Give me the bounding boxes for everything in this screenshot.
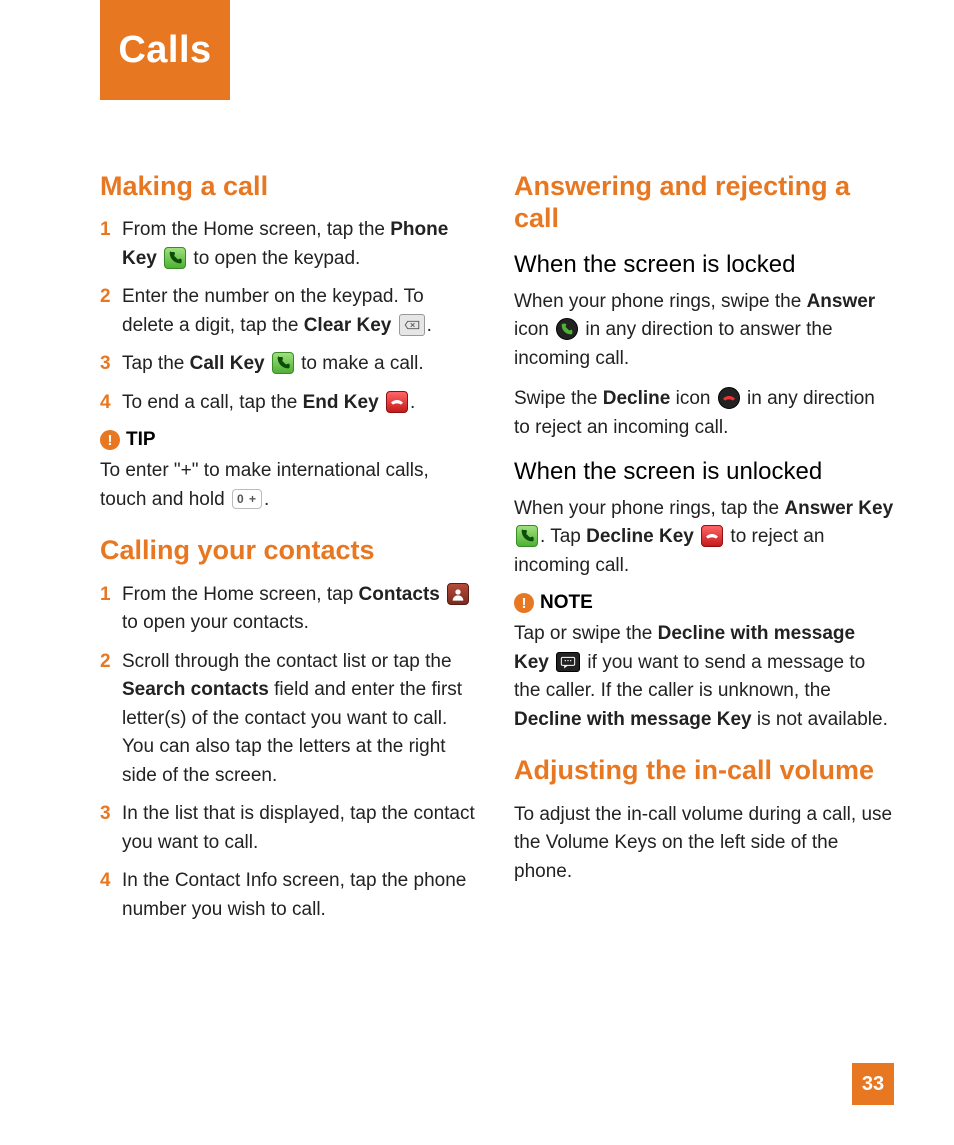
chapter-title: Calls	[118, 29, 211, 72]
list-item: 1 From the Home screen, tap the Phone Ke…	[100, 216, 480, 273]
step-number: 3	[100, 350, 114, 379]
list-item: 4 In the Contact Info screen, tap the ph…	[100, 867, 480, 924]
tip-label: TIP	[126, 429, 156, 451]
step-number: 3	[100, 800, 114, 857]
step-body: In the Contact Info screen, tap the phon…	[122, 867, 480, 924]
step-number: 4	[100, 389, 114, 418]
decline-swipe-icon	[718, 387, 740, 409]
step-number: 1	[100, 216, 114, 273]
content-columns: Making a call 1 From the Home screen, ta…	[100, 170, 894, 936]
zero-plus-key-icon: 0 +	[232, 489, 262, 509]
note-header: ! NOTE	[514, 592, 894, 614]
paragraph: When your phone rings, swipe the Answer …	[514, 288, 894, 374]
manual-page: Calls Making a call 1 From the Home scre…	[0, 0, 954, 1145]
paragraph: To adjust the in-call volume during a ca…	[514, 801, 894, 887]
decline-key-icon	[701, 525, 723, 547]
step-number: 2	[100, 283, 114, 340]
paragraph: Swipe the Decline icon in any direction …	[514, 385, 894, 442]
step-number: 4	[100, 867, 114, 924]
left-column: Making a call 1 From the Home screen, ta…	[100, 170, 480, 936]
list-item: 2 Enter the number on the keypad. To del…	[100, 283, 480, 340]
alert-icon: !	[100, 430, 120, 450]
subsection-locked: When the screen is locked	[514, 251, 894, 280]
subsection-unlocked: When the screen is unlocked	[514, 458, 894, 487]
note-label: NOTE	[540, 592, 593, 614]
list-item: 3 Tap the Call Key to make a call.	[100, 350, 480, 379]
alert-icon: !	[514, 593, 534, 613]
list-item: 4 To end a call, tap the End Key .	[100, 389, 480, 418]
section-heading-volume: Adjusting the in-call volume	[514, 754, 894, 786]
calling-contacts-steps: 1 From the Home screen, tap Contacts to …	[100, 581, 480, 925]
decline-message-icon	[556, 652, 580, 672]
section-heading-making-call: Making a call	[100, 170, 480, 202]
chapter-title-block: Calls	[100, 0, 230, 100]
answer-swipe-icon	[556, 318, 578, 340]
phone-key-icon	[164, 247, 186, 269]
step-body: To end a call, tap the End Key .	[122, 389, 480, 418]
tip-text: To enter "+" to make international calls…	[100, 457, 480, 514]
making-call-steps: 1 From the Home screen, tap the Phone Ke…	[100, 216, 480, 417]
answer-key-icon	[516, 525, 538, 547]
tip-header: ! TIP	[100, 429, 480, 451]
list-item: 3 In the list that is displayed, tap the…	[100, 800, 480, 857]
right-column: Answering and rejecting a call When the …	[514, 170, 894, 936]
paragraph: When your phone rings, tap the Answer Ke…	[514, 495, 894, 581]
step-number: 2	[100, 648, 114, 791]
step-body: In the list that is displayed, tap the c…	[122, 800, 480, 857]
step-body: Scroll through the contact list or tap t…	[122, 648, 480, 791]
clear-key-icon	[399, 314, 425, 336]
list-item: 1 From the Home screen, tap Contacts to …	[100, 581, 480, 638]
end-key-icon	[386, 391, 408, 413]
page-number: 33	[852, 1063, 894, 1105]
step-body: Enter the number on the keypad. To delet…	[122, 283, 480, 340]
step-number: 1	[100, 581, 114, 638]
section-heading-answer-reject: Answering and rejecting a call	[514, 170, 894, 235]
contacts-icon	[447, 583, 469, 605]
call-key-icon	[272, 352, 294, 374]
section-heading-calling-contacts: Calling your contacts	[100, 534, 480, 566]
step-body: From the Home screen, tap Contacts to op…	[122, 581, 480, 638]
note-text: Tap or swipe the Decline with message Ke…	[514, 620, 894, 734]
list-item: 2 Scroll through the contact list or tap…	[100, 648, 480, 791]
step-body: From the Home screen, tap the Phone Key …	[122, 216, 480, 273]
step-body: Tap the Call Key to make a call.	[122, 350, 480, 379]
